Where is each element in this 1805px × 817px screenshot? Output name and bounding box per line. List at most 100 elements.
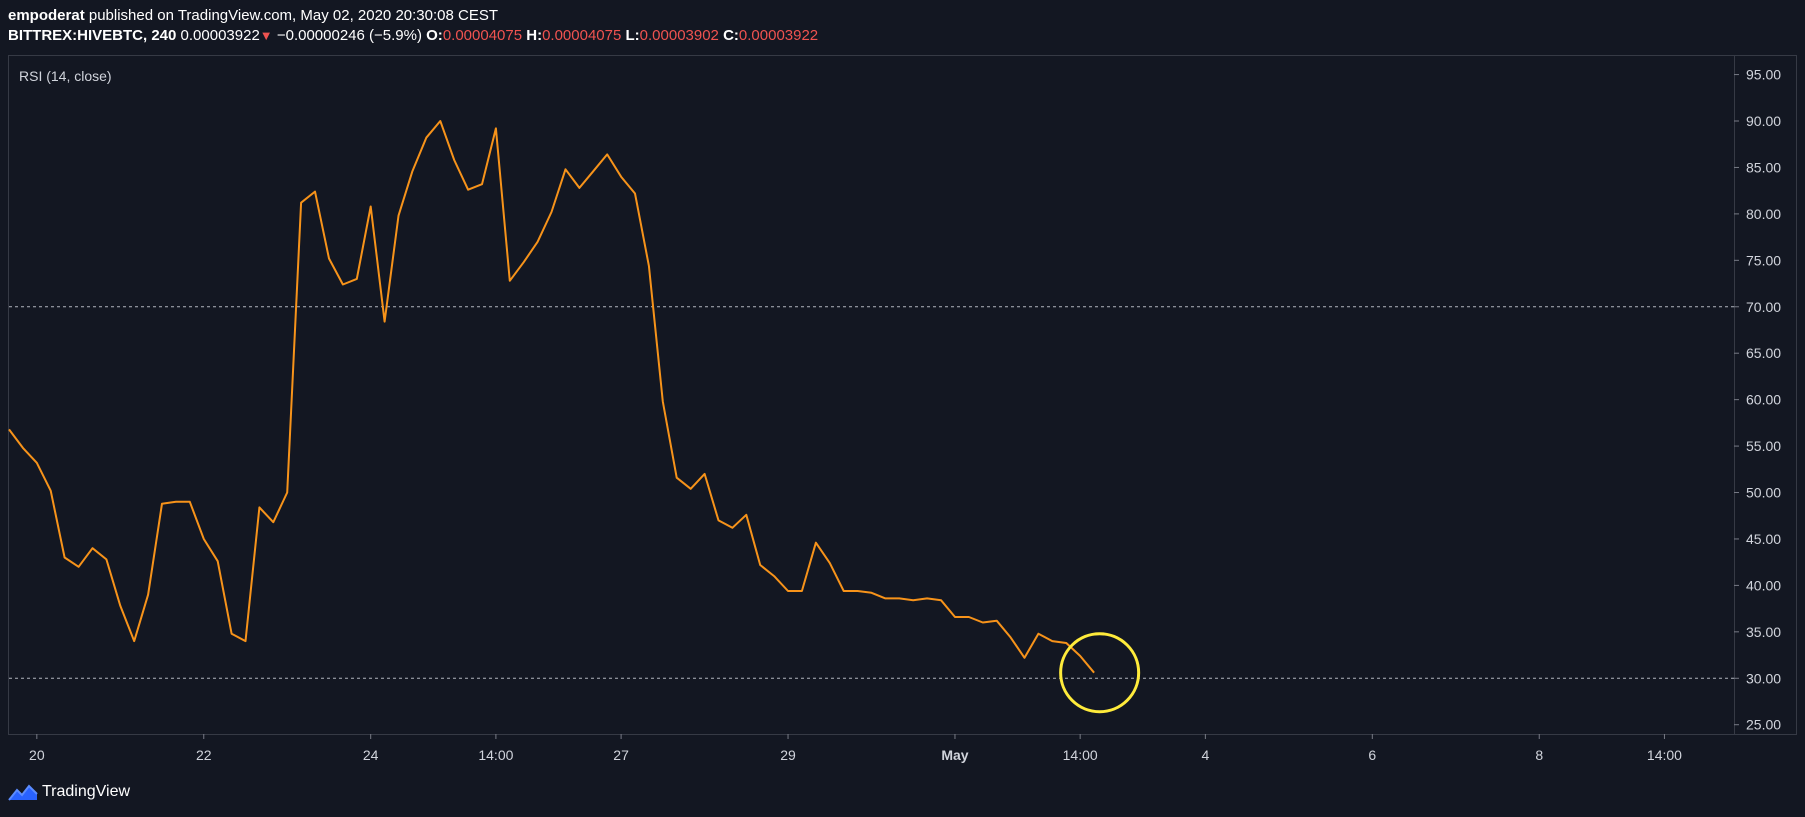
high-label: H:	[526, 27, 543, 44]
y-tick-label: 80.00	[1746, 206, 1781, 222]
rsi-point	[523, 261, 525, 263]
rsi-point	[787, 590, 789, 592]
rsi-point	[133, 640, 135, 642]
price-change: −0.00000246 (−5.9%)	[276, 27, 422, 44]
rsi-point	[1051, 640, 1053, 642]
y-tick-label: 85.00	[1746, 159, 1781, 175]
y-tick-label: 40.00	[1746, 577, 1781, 593]
rsi-point	[356, 278, 358, 280]
rsi-point	[829, 562, 831, 564]
rsi-point	[22, 447, 24, 449]
rsi-point	[606, 153, 608, 155]
open-value: 0.00004075	[442, 27, 523, 44]
rsi-point	[551, 211, 553, 213]
rsi-point	[286, 492, 288, 494]
rsi-point	[453, 159, 455, 161]
low-label: L:	[625, 27, 640, 44]
y-tick-label: 50.00	[1746, 485, 1781, 501]
rsi-point	[773, 575, 775, 577]
rsi-point	[745, 514, 747, 516]
rsi-point	[189, 501, 191, 503]
rsi-point	[954, 616, 956, 618]
x-tick-label: 14:00	[1647, 747, 1682, 763]
rsi-point	[300, 202, 302, 204]
rsi-point	[564, 168, 566, 170]
rsi-point	[1093, 672, 1095, 674]
rsi-point	[968, 616, 970, 618]
rsi-point	[731, 527, 733, 529]
rsi-point	[272, 521, 274, 523]
y-tick-label: 70.00	[1746, 299, 1781, 315]
highlight-circle	[1059, 632, 1141, 714]
rsi-point	[982, 622, 984, 624]
rsi-point	[884, 597, 886, 599]
x-tick-label: May	[941, 747, 968, 763]
rsi-line	[8, 120, 1095, 674]
rsi-point	[1010, 636, 1012, 638]
rsi-point	[119, 605, 121, 607]
y-tick-label: 65.00	[1746, 345, 1781, 361]
rsi-point	[8, 428, 10, 430]
rsi-point	[217, 560, 219, 562]
rsi-point	[398, 215, 400, 217]
rsi-point	[898, 597, 900, 599]
rsi-point	[509, 280, 511, 282]
y-tick-label: 55.00	[1746, 438, 1781, 454]
rsi-chart: RSI (14, close) 95.00 90.00 85.00 80.00 75.0…	[8, 55, 1797, 763]
rsi-point	[926, 597, 928, 599]
y-tick-label: 60.00	[1746, 392, 1781, 408]
symbol-name[interactable]: BITTREX:HIVEBTC, 240	[8, 27, 176, 44]
rsi-point	[1024, 657, 1026, 659]
x-tick-label: 22	[196, 747, 212, 763]
rsi-point	[231, 633, 233, 635]
last-price: 0.00003922	[180, 27, 260, 44]
rsi-point	[64, 557, 66, 559]
rsi-point	[370, 205, 372, 207]
plot-border	[8, 55, 1735, 735]
rsi-point	[244, 640, 246, 642]
rsi-points	[8, 120, 1095, 674]
rsi-point	[759, 564, 761, 566]
rsi-point	[425, 137, 427, 139]
y-axis: 95.00 90.00 85.00 80.00 75.00 70.00 65.00 60.00…	[1734, 67, 1781, 733]
publish-header: empoderat published on TradingView.com, …	[8, 6, 818, 46]
author-name[interactable]: empoderat	[8, 7, 85, 24]
rsi-point	[36, 462, 38, 464]
rsi-point	[996, 620, 998, 622]
rsi-point	[940, 599, 942, 601]
rsi-point	[871, 592, 873, 594]
rsi-point	[1037, 633, 1039, 635]
rsi-point	[495, 127, 497, 129]
rsi-point	[78, 566, 80, 568]
y-tick-label: 30.00	[1746, 670, 1781, 686]
rsi-point	[717, 519, 719, 521]
rsi-point	[801, 590, 803, 592]
tradingview-logo-icon[interactable]	[8, 782, 38, 802]
rsi-point	[578, 187, 580, 189]
y-tick-label: 35.00	[1746, 624, 1781, 640]
y-tick-label: 90.00	[1746, 113, 1781, 129]
down-triangle-icon: ▼	[259, 28, 273, 43]
rsi-point	[912, 599, 914, 601]
rsi-point	[258, 506, 260, 508]
tradingview-brand[interactable]: TradingView	[42, 783, 130, 801]
rsi-point	[620, 176, 622, 178]
low-value: 0.00003902	[639, 27, 719, 44]
symbol-line: BITTREX:HIVEBTC, 240 0.00003922▼ −0.0000…	[8, 26, 818, 46]
y-tick-label: 75.00	[1746, 252, 1781, 268]
rsi-point	[342, 283, 344, 285]
rsi-point	[314, 191, 316, 193]
rsi-point	[105, 558, 107, 560]
footer: TradingView	[8, 782, 130, 802]
y-tick-label: 25.00	[1746, 717, 1781, 733]
rsi-point	[704, 473, 706, 475]
rsi-point	[481, 183, 483, 185]
rsi-point	[857, 590, 859, 592]
rsi-point	[662, 401, 664, 403]
rsi-point	[147, 594, 149, 596]
rsi-point	[1065, 642, 1067, 644]
rsi-point	[161, 503, 163, 505]
rsi-point	[815, 542, 817, 544]
rsi-point	[648, 265, 650, 267]
rsi-point	[328, 257, 330, 259]
